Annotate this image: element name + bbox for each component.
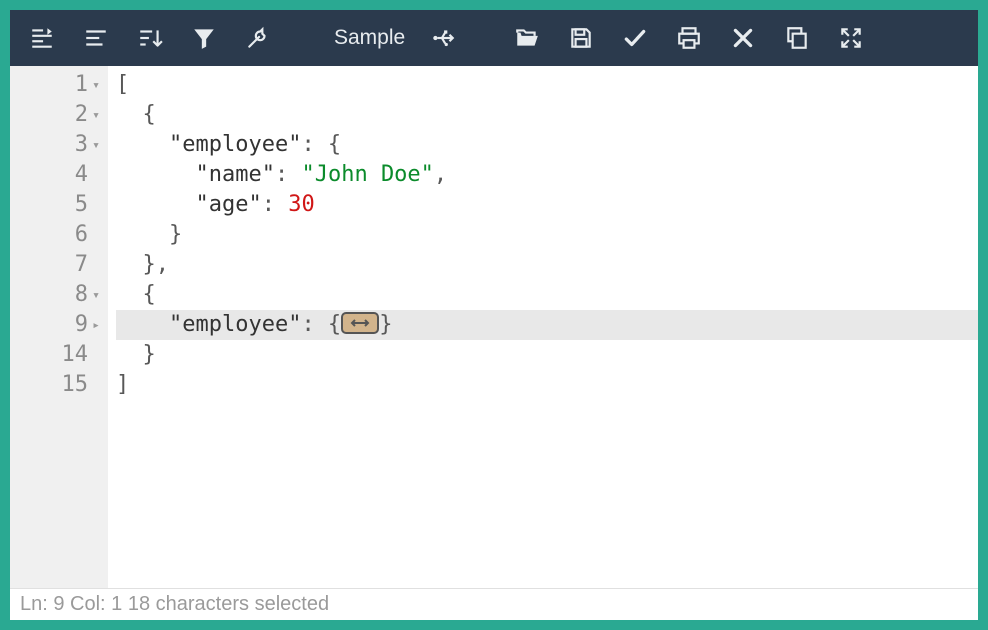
align-left-icon[interactable] bbox=[72, 14, 120, 62]
fold-toggle[interactable]: ▾ bbox=[90, 101, 102, 131]
code-line[interactable]: } bbox=[116, 340, 978, 370]
code-line[interactable]: { bbox=[116, 100, 978, 130]
save-icon[interactable] bbox=[557, 14, 605, 62]
fold-toggle[interactable]: ▾ bbox=[90, 131, 102, 161]
indent-right-icon[interactable] bbox=[18, 14, 66, 62]
line-number[interactable]: 7 bbox=[10, 250, 108, 280]
print-icon[interactable] bbox=[665, 14, 713, 62]
code-line[interactable]: { bbox=[116, 280, 978, 310]
close-icon[interactable] bbox=[719, 14, 767, 62]
fold-marker[interactable] bbox=[341, 312, 379, 334]
editor[interactable]: 1▾2▾3▾4 5 6 7 8▾9▸14 15 [ { "employee": … bbox=[10, 66, 978, 588]
fold-toggle[interactable] bbox=[90, 371, 102, 401]
line-number[interactable]: 6 bbox=[10, 220, 108, 250]
code-line[interactable]: "age": 30 bbox=[116, 190, 978, 220]
fold-toggle[interactable]: ▾ bbox=[90, 281, 102, 311]
filter-icon[interactable] bbox=[180, 14, 228, 62]
expand-icon[interactable] bbox=[827, 14, 875, 62]
gutter: 1▾2▾3▾4 5 6 7 8▾9▸14 15 bbox=[10, 66, 108, 588]
code-line[interactable]: } bbox=[116, 220, 978, 250]
line-number[interactable]: 15 bbox=[10, 370, 108, 400]
sort-icon[interactable] bbox=[126, 14, 174, 62]
fold-toggle[interactable]: ▾ bbox=[90, 71, 102, 101]
wrench-icon[interactable] bbox=[234, 14, 282, 62]
fold-toggle[interactable] bbox=[90, 221, 102, 251]
fold-toggle[interactable] bbox=[90, 251, 102, 281]
sample-label[interactable]: Sample bbox=[318, 26, 413, 50]
fold-toggle[interactable] bbox=[90, 161, 102, 191]
json-editor-app: Sample 1▾2▾3▾4 5 6 7 8▾9▸14 15 [ { "emp bbox=[10, 10, 978, 620]
check-icon[interactable] bbox=[611, 14, 659, 62]
line-number[interactable]: 14 bbox=[10, 340, 108, 370]
code-line[interactable]: "employee": { bbox=[116, 130, 978, 160]
code-area[interactable]: [ { "employee": { "name": "John Doe", "a… bbox=[108, 66, 978, 588]
fold-toggle[interactable] bbox=[90, 191, 102, 221]
code-line[interactable]: [ bbox=[116, 70, 978, 100]
line-number[interactable]: 1▾ bbox=[10, 70, 108, 100]
code-line[interactable]: }, bbox=[116, 250, 978, 280]
line-number[interactable]: 5 bbox=[10, 190, 108, 220]
fold-toggle[interactable]: ▸ bbox=[90, 311, 102, 341]
status-text: Ln: 9 Col: 1 18 characters selected bbox=[20, 593, 329, 615]
folder-open-icon[interactable] bbox=[503, 14, 551, 62]
usb-icon[interactable] bbox=[419, 14, 467, 62]
line-number[interactable]: 9▸ bbox=[10, 310, 108, 340]
code-line[interactable]: "employee": {} bbox=[116, 310, 978, 340]
fold-toggle[interactable] bbox=[90, 341, 102, 371]
code-line[interactable]: "name": "John Doe", bbox=[116, 160, 978, 190]
status-bar: Ln: 9 Col: 1 18 characters selected bbox=[10, 588, 978, 620]
code-line[interactable]: ] bbox=[116, 370, 978, 400]
line-number[interactable]: 4 bbox=[10, 160, 108, 190]
copy-icon[interactable] bbox=[773, 14, 821, 62]
toolbar: Sample bbox=[10, 10, 978, 66]
line-number[interactable]: 2▾ bbox=[10, 100, 108, 130]
line-number[interactable]: 8▾ bbox=[10, 280, 108, 310]
line-number[interactable]: 3▾ bbox=[10, 130, 108, 160]
